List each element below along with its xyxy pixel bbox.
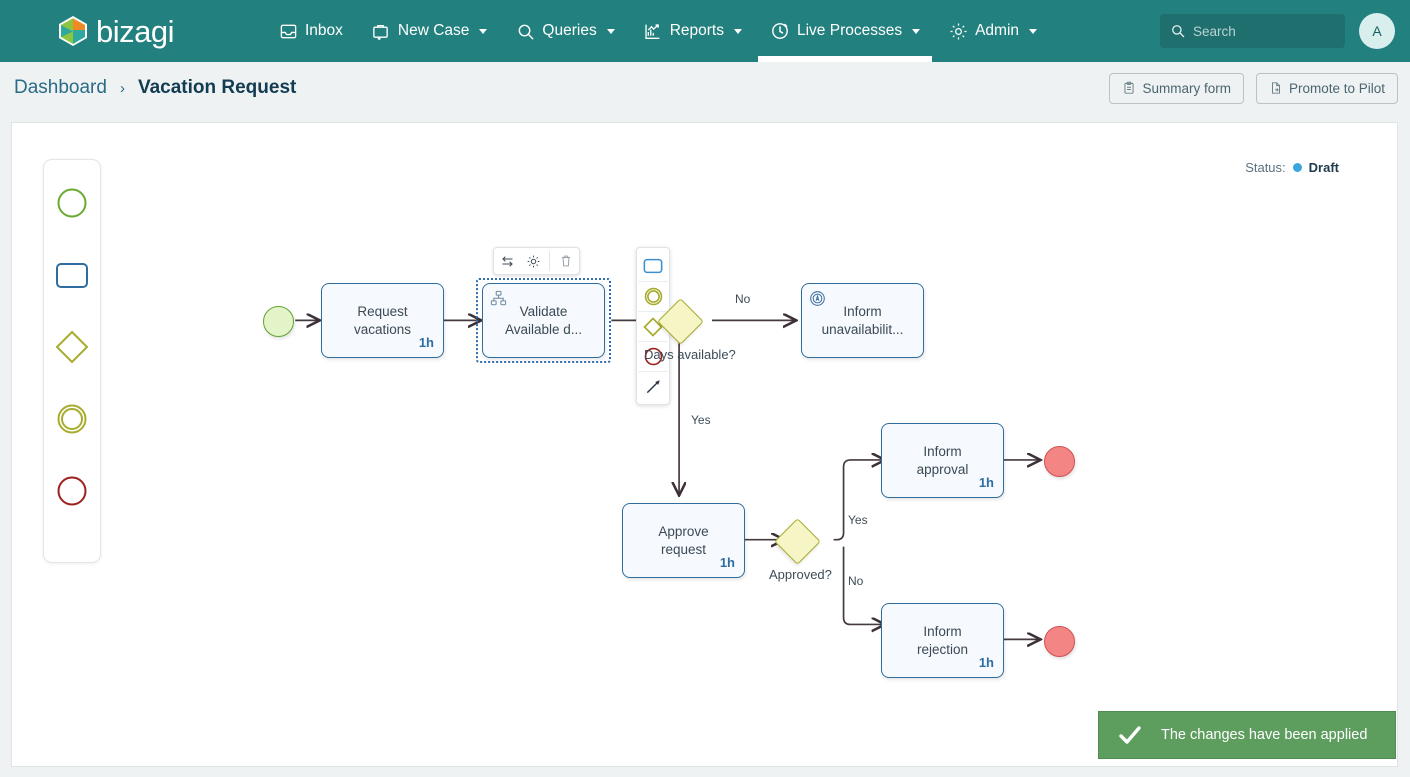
script-circle-icon <box>809 290 826 307</box>
search-box[interactable] <box>1160 14 1345 48</box>
chevron-right-icon: › <box>119 79 125 97</box>
brand-name: bizagi <box>96 13 175 49</box>
nav-item-label: Live Processes <box>796 22 903 39</box>
chevron-down-icon <box>1029 28 1038 34</box>
promote-file-icon <box>1271 82 1280 94</box>
gateway-approved[interactable] <box>774 518 821 565</box>
node-duration: 1h <box>978 655 994 671</box>
main-menu: Inbox New Case Queries Reports Live Proc… <box>264 0 1051 62</box>
avatar[interactable]: A <box>1359 13 1395 49</box>
process-canvas[interactable]: Status: Draft Request vacations 1h Valid… <box>11 122 1398 767</box>
nav-item-label: New Case <box>397 22 470 39</box>
reports-chart-icon <box>643 21 663 41</box>
search-icon <box>515 21 535 41</box>
nav-item-label: Admin <box>975 22 1020 39</box>
brand-logo[interactable]: bizagi <box>58 0 175 62</box>
transform-button[interactable] <box>494 248 520 274</box>
end-event-approved[interactable] <box>1044 446 1075 477</box>
node-label: Validate Available d... <box>504 303 583 337</box>
nav-item-label: Reports <box>669 22 724 39</box>
gear-icon <box>527 255 539 267</box>
clipboard-icon <box>1124 81 1134 94</box>
element-context-toolbar <box>493 247 580 275</box>
task-inform-approval[interactable]: Inform approval 1h <box>881 423 1004 498</box>
nav-item-label: Inbox <box>305 22 343 39</box>
search-icon <box>1172 25 1185 38</box>
breadcrumb-parent[interactable]: Dashboard <box>14 77 107 99</box>
quick-add-task[interactable] <box>638 251 668 281</box>
swap-arrows-icon <box>501 255 513 267</box>
check-icon <box>1119 726 1141 744</box>
chevron-down-icon <box>479 28 488 34</box>
task-approve-request[interactable]: Approve request 1h <box>622 503 745 578</box>
bpmn-diagram: Request vacations 1h Validate Available … <box>12 123 1397 766</box>
node-label: Request vacations <box>353 303 412 337</box>
end-event-rejected[interactable] <box>1044 626 1075 657</box>
task-inform-rejection[interactable]: Inform rejection 1h <box>881 603 1004 678</box>
nav-item-admin[interactable]: Admin <box>934 0 1051 62</box>
chevron-down-icon <box>606 28 615 34</box>
node-duration: 1h <box>978 475 994 491</box>
flow-label-yes-approved: Yes <box>848 513 868 527</box>
nav-item-reports[interactable]: Reports <box>629 0 756 62</box>
task-inform-unavailability[interactable]: Inform unavailabilit... <box>801 283 924 358</box>
breadcrumb-actions: Summary form Promote to Pilot <box>1109 72 1398 104</box>
start-event[interactable] <box>263 306 294 337</box>
flow-label-no-approved: No <box>848 574 864 588</box>
task-validate-available-days[interactable]: Validate Available d... <box>482 283 605 358</box>
toast-message: The changes have been applied <box>1161 727 1368 743</box>
quick-add-intermediate-event[interactable] <box>638 281 668 311</box>
flow-label-yes-days: Yes <box>691 413 711 427</box>
gear-icon <box>948 21 968 41</box>
gateway-label-approved: Approved? <box>769 567 832 582</box>
nav-item-label: Queries <box>542 22 597 39</box>
gateway-label-days-available: Days available? <box>644 347 736 362</box>
node-label: Approve request <box>658 523 709 557</box>
node-label: Inform approval <box>916 443 969 477</box>
nav-item-live-processes[interactable]: Live Processes <box>756 0 934 62</box>
top-navigation-bar: bizagi Inbox New Case Queries Reports Li… <box>0 0 1410 62</box>
toolbar-divider <box>549 251 550 271</box>
task-request-vacations[interactable]: Request vacations 1h <box>321 283 444 358</box>
nav-item-queries[interactable]: Queries <box>501 0 628 62</box>
chevron-down-icon <box>733 28 742 34</box>
trash-icon <box>561 255 571 267</box>
nav-item-new-case[interactable]: New Case <box>357 0 502 62</box>
delete-button[interactable] <box>553 248 579 274</box>
button-label: Summary form <box>1142 80 1231 96</box>
nav-item-inbox[interactable]: Inbox <box>264 0 357 62</box>
flow-label-no-days: No <box>735 292 751 306</box>
summary-form-button[interactable]: Summary form <box>1109 72 1244 104</box>
settings-button[interactable] <box>520 248 546 274</box>
button-label: Promote to Pilot <box>1288 80 1385 96</box>
node-label: Inform rejection <box>916 623 969 657</box>
breadcrumb-bar: Dashboard › Vacation Request Summary for… <box>0 62 1410 114</box>
bizagi-logo-icon <box>59 16 87 46</box>
subprocess-icon <box>490 290 507 307</box>
search-input[interactable] <box>1193 23 1323 39</box>
node-duration: 1h <box>719 555 735 571</box>
promote-to-pilot-button[interactable]: Promote to Pilot <box>1255 72 1398 104</box>
chevron-down-icon <box>912 28 921 34</box>
node-duration: 1h <box>418 335 434 351</box>
page-title: Vacation Request <box>137 77 297 98</box>
node-label: Inform unavailabilit... <box>821 303 904 337</box>
quick-add-connector[interactable] <box>638 371 668 401</box>
nav-right-cluster: A <box>1160 13 1395 49</box>
inbox-icon <box>278 21 298 41</box>
avatar-initial: A <box>1372 23 1382 39</box>
live-processes-icon <box>770 21 790 41</box>
new-case-icon <box>371 21 391 41</box>
breadcrumb: Dashboard › Vacation Request <box>14 77 296 99</box>
toast-notification: The changes have been applied <box>1098 711 1396 759</box>
sequence-flows <box>295 123 1397 766</box>
